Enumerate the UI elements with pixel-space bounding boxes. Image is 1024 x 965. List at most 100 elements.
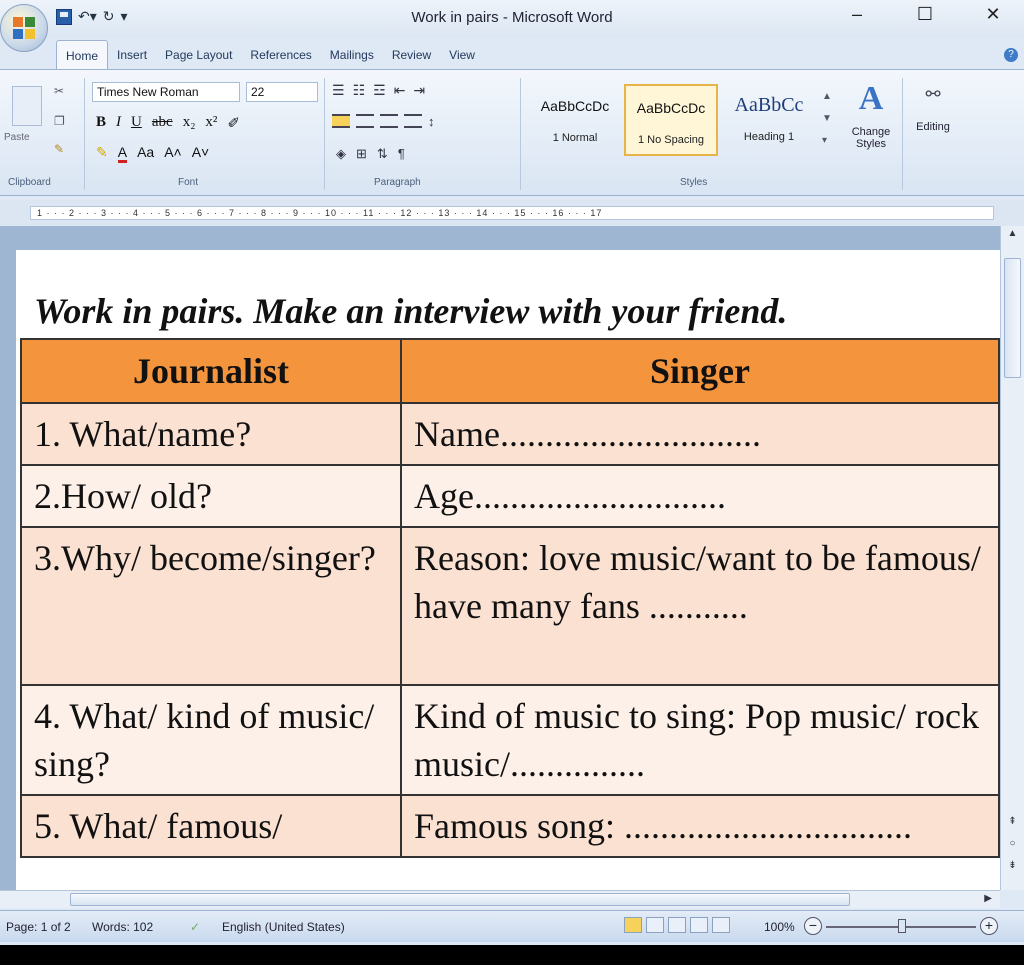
horizontal-scrollbar[interactable]: ▶ (0, 890, 1000, 908)
table-cell[interactable]: 2.How/ old? (20, 464, 402, 528)
table-cell[interactable]: Famous song: ...........................… (400, 794, 1000, 858)
strikethrough-icon[interactable]: abc (152, 114, 173, 133)
tab-home[interactable]: Home (56, 40, 109, 70)
styles-scroll-icon[interactable]: ▲ ▼ ▾ (822, 86, 832, 152)
document-page[interactable]: Work in pairs. Make an interview with yo… (16, 250, 1000, 890)
font-name-select[interactable]: Times New Roman (92, 82, 240, 102)
grow-font-icon[interactable]: A˄ (164, 144, 182, 163)
horizontal-scroll-thumb[interactable] (70, 893, 850, 906)
borders-icon[interactable]: ⊞ (356, 146, 367, 162)
word-count[interactable]: Words: 102 (92, 920, 153, 934)
change-styles-icon: A (858, 80, 884, 117)
table-cell[interactable]: 3.Why/ become/singer? (20, 526, 402, 686)
ribbon-tabs: Home Insert Page Layout References Maili… (56, 40, 484, 70)
next-page-icon[interactable]: ⇟ (1004, 860, 1021, 874)
show-formatting-icon[interactable]: ¶ (398, 146, 405, 162)
table-header-row: Journalist Singer (20, 338, 1000, 404)
zoom-out-icon[interactable]: − (804, 917, 822, 935)
tab-references[interactable]: References (241, 40, 320, 70)
table-header-singer: Singer (400, 338, 1000, 404)
italic-icon[interactable]: I (116, 114, 121, 133)
page-count[interactable]: Page: 1 of 2 (6, 920, 71, 934)
tab-insert[interactable]: Insert (108, 40, 156, 70)
binoculars-icon: ⚯ (925, 84, 941, 104)
sort-icon[interactable]: ⇅ (377, 146, 388, 162)
word-window: ↶▾ ↻ ▾ Work in pairs - Microsoft Word – … (0, 0, 1024, 945)
font-size-select[interactable]: 22 (246, 82, 318, 102)
table-cell[interactable]: Kind of music to sing: Pop music/ rock m… (400, 684, 1000, 796)
proofing-icon[interactable]: ✓ (190, 920, 200, 934)
language-indicator[interactable]: English (United States) (222, 920, 345, 934)
help-icon[interactable]: ? (1004, 48, 1018, 62)
table-row: 4. What/ kind of music/ sing? Kind of mu… (20, 684, 1000, 796)
table-row: 5. What/ famous/ Famous song: ..........… (20, 794, 1000, 858)
web-layout-icon[interactable] (668, 917, 686, 933)
change-styles-label: Change Styles (851, 126, 891, 150)
table-cell[interactable]: 5. What/ famous/ (20, 794, 402, 858)
bullets-icon[interactable]: ☰ (332, 82, 345, 99)
print-layout-icon[interactable] (624, 917, 642, 933)
previous-page-icon[interactable]: ⇞ (1004, 816, 1021, 830)
numbering-icon[interactable]: ☷ (353, 82, 366, 99)
subscript-icon[interactable]: x₂ (183, 114, 196, 133)
tab-mailings[interactable]: Mailings (321, 40, 383, 70)
scroll-up-icon[interactable]: ▲ (1004, 228, 1021, 242)
separator (520, 78, 521, 190)
horizontal-ruler[interactable]: 1 · · · 2 · · · 3 · · · 4 · · · 5 · · · … (0, 200, 1024, 226)
shrink-font-icon[interactable]: A˅ (192, 144, 210, 163)
line-spacing-icon[interactable]: ↕ (428, 114, 435, 129)
table-cell[interactable]: Reason: love music/want to be famous/ ha… (400, 526, 1000, 686)
superscript-icon[interactable]: x² (205, 114, 217, 133)
align-center-icon[interactable] (356, 114, 374, 128)
minimize-button[interactable]: – (842, 4, 872, 25)
font-color-icon[interactable]: A (117, 144, 128, 163)
bold-icon[interactable]: B (96, 114, 106, 133)
clear-formatting-icon[interactable]: ✐ (227, 114, 240, 133)
align-right-icon[interactable] (380, 114, 398, 128)
highlight-icon[interactable]: ✎ (96, 144, 108, 163)
table-header-journalist: Journalist (20, 338, 402, 404)
full-screen-reading-icon[interactable] (646, 917, 664, 933)
draft-icon[interactable] (712, 917, 730, 933)
interview-table: Journalist Singer 1. What/name? Name....… (20, 338, 1000, 858)
underline-icon[interactable]: U (131, 114, 142, 133)
table-cell[interactable]: 4. What/ kind of music/ sing? (20, 684, 402, 796)
cut-icon[interactable]: ✂ (54, 84, 64, 98)
tab-review[interactable]: Review (383, 40, 440, 70)
style-normal[interactable]: AaBbCcDc 1 Normal (528, 84, 622, 156)
tab-page-layout[interactable]: Page Layout (156, 40, 241, 70)
vertical-scrollbar[interactable]: ▲ ⇞ ○ ⇟ (1000, 226, 1024, 890)
table-cell[interactable]: Age............................ (400, 464, 1000, 528)
zoom-level[interactable]: 100% (764, 920, 795, 934)
increase-indent-icon[interactable]: ⇥ (413, 82, 425, 99)
scroll-right-icon[interactable]: ▶ (984, 893, 992, 904)
vertical-scroll-thumb[interactable] (1004, 258, 1021, 378)
style-no-spacing[interactable]: AaBbCcDc 1 No Spacing (624, 84, 718, 156)
maximize-button[interactable]: ☐ (910, 4, 940, 25)
paste-icon[interactable] (12, 86, 42, 126)
table-row: 3.Why/ become/singer? Reason: love music… (20, 526, 1000, 686)
shading-icon[interactable]: ◈ (336, 146, 346, 162)
paste-label: Paste (4, 132, 30, 143)
justify-icon[interactable] (404, 114, 422, 128)
align-left-icon[interactable] (332, 114, 350, 128)
close-button[interactable]: ✕ (978, 4, 1008, 25)
change-styles-button[interactable]: A Change Styles (840, 80, 902, 151)
tab-view[interactable]: View (440, 40, 484, 70)
editing-button[interactable]: ⚯ Editing (906, 84, 960, 133)
decrease-indent-icon[interactable]: ⇤ (394, 82, 406, 99)
title-bar: ↶▾ ↻ ▾ Work in pairs - Microsoft Word – … (0, 0, 1024, 52)
table-cell[interactable]: Name............................. (400, 402, 1000, 466)
zoom-in-icon[interactable]: + (980, 917, 998, 935)
zoom-slider-thumb[interactable] (898, 919, 906, 933)
table-cell[interactable]: 1. What/name? (20, 402, 402, 466)
copy-icon[interactable]: ❐ (54, 114, 65, 128)
format-painter-icon[interactable]: ✎ (54, 142, 64, 156)
outline-icon[interactable] (690, 917, 708, 933)
multilevel-list-icon[interactable]: ☲ (373, 82, 386, 99)
style-heading-1[interactable]: AaBbCc Heading 1 (722, 84, 816, 156)
browse-object-icon[interactable]: ○ (1004, 838, 1021, 852)
font-group-label: Font (178, 177, 199, 188)
table-row: 1. What/name? Name......................… (20, 402, 1000, 466)
change-case-icon[interactable]: Aa (137, 144, 154, 163)
